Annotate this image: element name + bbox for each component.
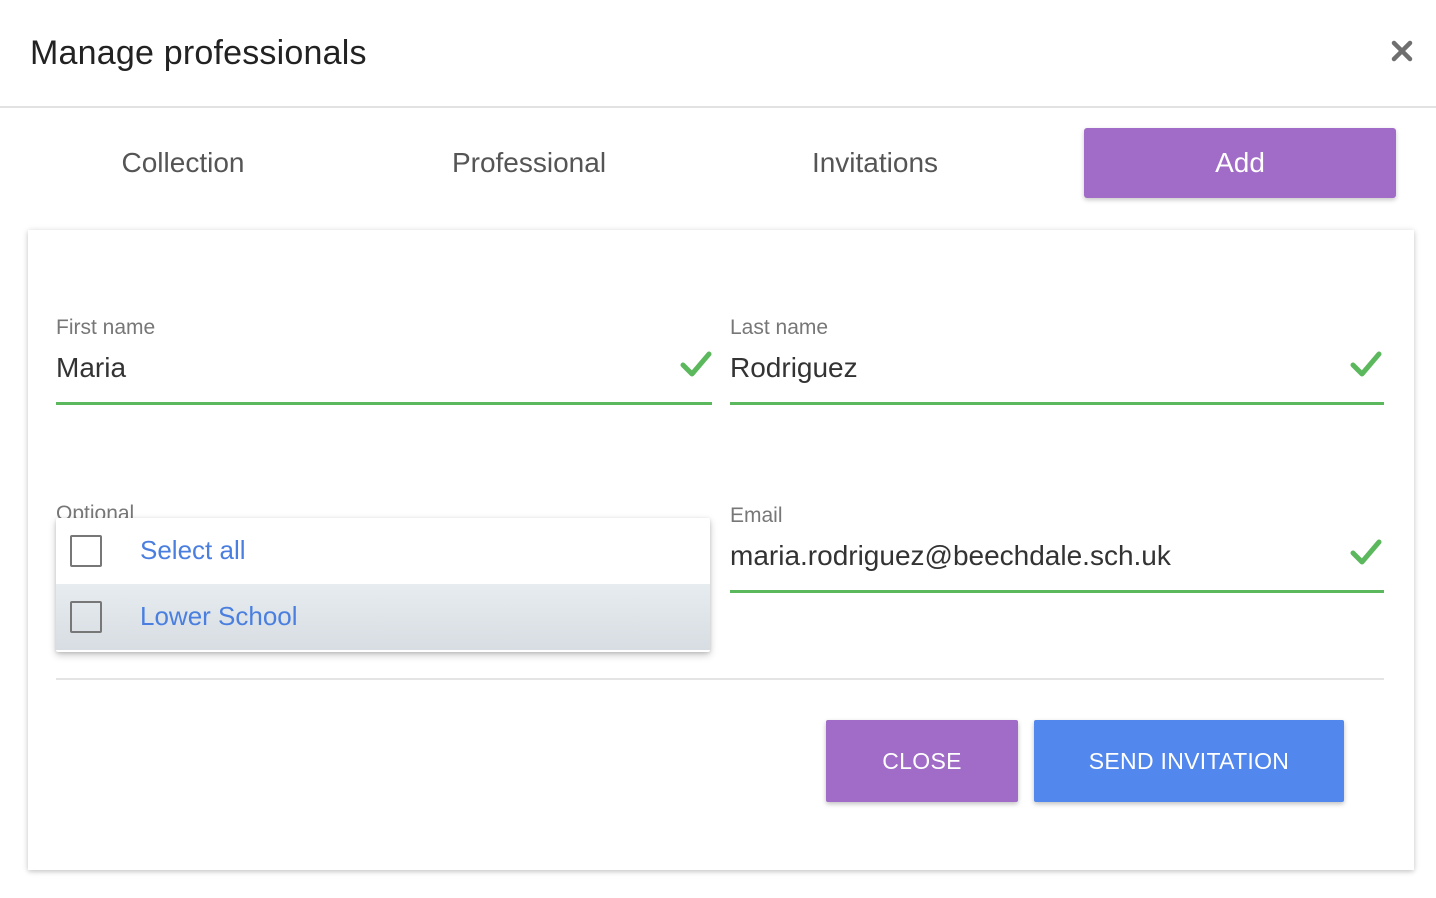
dropdown-item-label: Select all [140,535,246,565]
checkbox[interactable] [70,535,102,567]
email-input[interactable] [730,538,1330,574]
last-name-label: Last name [730,316,829,339]
dropdown-item-label: Lower School [140,601,298,631]
email-underline [730,590,1384,593]
email-field: Email [730,504,1384,596]
email-label: Email [730,504,783,527]
school-dropdown-menu: Select all Lower School [56,518,710,652]
first-name-input[interactable] [56,350,656,386]
last-name-input[interactable] [730,350,1330,386]
last-name-field: Last name [730,316,1384,408]
checkmark-icon [1350,539,1382,565]
tab-invitations[interactable]: Invitations [719,128,1031,198]
dropdown-item-select-all[interactable]: Select all [56,518,710,584]
manage-professionals-dialog: Manage professionals Collection Professi… [0,0,1436,898]
close-icon[interactable] [1386,34,1418,68]
checkmark-icon [1350,351,1382,377]
optional-label: Optional [56,502,135,518]
checkmark-icon [680,351,712,377]
send-invitation-button[interactable]: SEND INVITATION [1034,720,1344,802]
close-button[interactable]: CLOSE [826,720,1018,802]
dialog-title: Manage professionals [30,34,367,72]
tab-bar: Collection Professional Invitations Add [27,128,1397,198]
tab-add[interactable]: Add [1084,128,1396,198]
first-name-underline [56,402,712,405]
tab-collection[interactable]: Collection [27,128,339,198]
add-professional-form: First name Last name Optional Email [28,230,1414,870]
dialog-header: Manage professionals [0,0,1436,108]
dropdown-item-lower-school[interactable]: Lower School [56,584,710,650]
tab-professional[interactable]: Professional [373,128,685,198]
first-name-label: First name [56,316,156,339]
first-name-field: First name [56,316,712,408]
last-name-underline [730,402,1384,405]
checkbox[interactable] [70,601,102,633]
form-divider [56,678,1384,680]
